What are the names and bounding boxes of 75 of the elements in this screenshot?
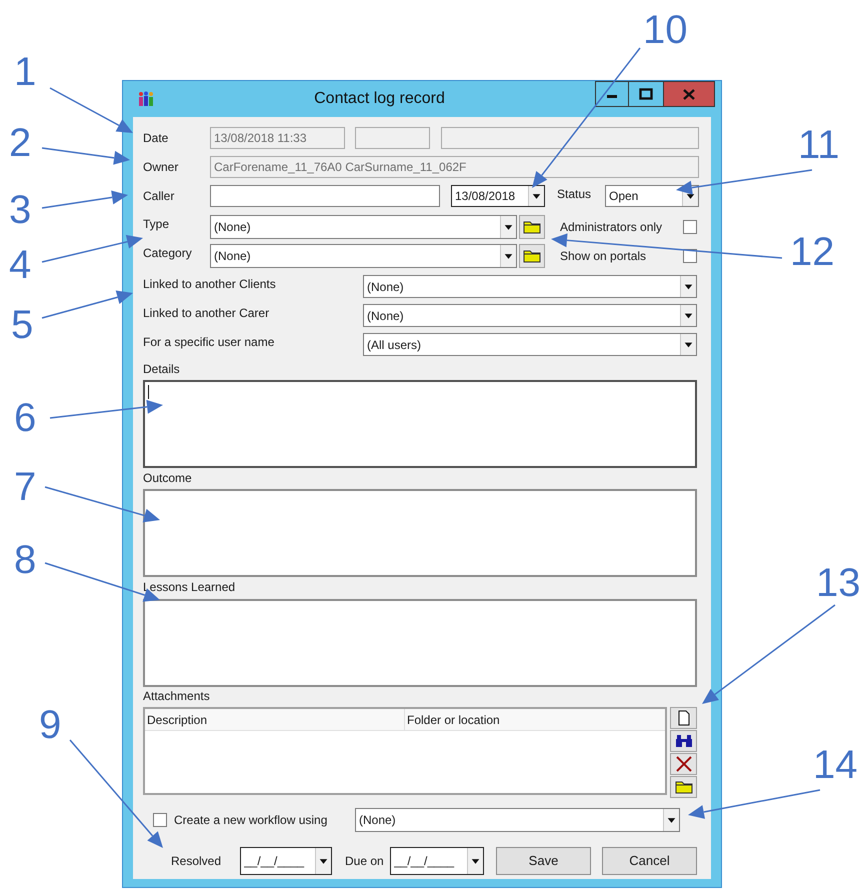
new-document-icon: [678, 710, 690, 726]
dialog-button[interactable]: Cancel: [602, 847, 697, 875]
input-field[interactable]: [441, 127, 699, 149]
text-area[interactable]: [143, 599, 697, 687]
field-label: Lessons Learned: [143, 578, 236, 596]
field-label: Type: [143, 216, 170, 233]
date-field[interactable]: 13/08/2018 11:33: [210, 127, 345, 149]
callout-number: 1: [14, 52, 36, 92]
checkbox[interactable]: [153, 813, 167, 827]
callout-number: 4: [9, 245, 32, 285]
delete-x-icon: [676, 756, 692, 772]
field-label: Date: [143, 130, 170, 147]
minimize-button[interactable]: [595, 81, 629, 107]
window-title: Contact log record: [313, 89, 446, 109]
field-label: For a specific user name: [143, 334, 276, 351]
field-label: Linked to another Carer: [143, 305, 270, 322]
field-label: Due on: [345, 853, 385, 870]
input-field[interactable]: [355, 127, 430, 149]
text-area[interactable]: [143, 489, 697, 577]
dropdown-field[interactable]: (None): [210, 215, 517, 239]
dialog-button[interactable]: Save: [496, 847, 591, 875]
field-label: Details: [143, 360, 180, 378]
field-label: Administrators only: [560, 219, 664, 236]
dropdown-field[interactable]: __/__/____: [240, 847, 332, 875]
field-label: Category: [143, 245, 193, 262]
folder-icon: [523, 220, 541, 234]
callout-number: 8: [14, 540, 36, 580]
folder-icon: [674, 780, 692, 794]
field-label: Owner: [143, 159, 180, 176]
callout-number: 6: [14, 398, 36, 438]
dropdown-field[interactable]: (None): [363, 304, 697, 327]
callout-number: 2: [9, 123, 32, 163]
owner-field[interactable]: CarForename_11_76A0 CarSurname_11_062F: [210, 156, 699, 178]
callout-number: 12: [790, 232, 834, 272]
column-header[interactable]: Folder or location: [405, 709, 665, 730]
dropdown-field[interactable]: (None): [210, 244, 517, 268]
dropdown-field[interactable]: (None): [363, 275, 697, 298]
dropdown-field[interactable]: (None): [355, 808, 680, 832]
icon-button[interactable]: [519, 244, 545, 268]
field-label: Outcome: [143, 470, 192, 486]
maximize-icon: [639, 88, 653, 100]
folder-icon: [523, 249, 541, 263]
field-label: Linked to another Clients: [143, 276, 277, 293]
checkbox[interactable]: [683, 220, 697, 234]
callout-number: 5: [11, 305, 34, 345]
dropdown-field[interactable]: Open: [605, 185, 699, 207]
dropdown-field[interactable]: 13/08/2018: [451, 185, 545, 207]
icon-button[interactable]: [670, 730, 697, 752]
callout-number: 3: [9, 190, 32, 230]
text-area[interactable]: [143, 380, 697, 468]
dropdown-field[interactable]: (All users): [363, 333, 697, 356]
app-people-icon: [137, 91, 154, 107]
callout-number: 13: [816, 563, 860, 603]
field-label: Resolved: [171, 853, 222, 870]
field-label: Status: [557, 186, 592, 203]
field-label: Create a new workflow using: [174, 812, 328, 829]
field-label: Attachments: [143, 688, 210, 704]
callout-number: 10: [643, 10, 688, 50]
icon-button[interactable]: [670, 707, 697, 729]
icon-button[interactable]: [670, 753, 697, 775]
callout-number: 9: [39, 705, 62, 745]
field-label: Show on portals: [560, 248, 648, 265]
column-header[interactable]: Description: [145, 709, 405, 730]
close-icon: [683, 88, 695, 100]
callout-number: 7: [14, 467, 36, 507]
close-button[interactable]: [663, 81, 715, 107]
callout-number: 14: [813, 745, 858, 785]
caller-field[interactable]: [210, 185, 440, 207]
icon-button[interactable]: [670, 776, 697, 798]
dropdown-field[interactable]: __/__/____: [390, 847, 484, 875]
field-label: Caller: [143, 188, 176, 205]
icon-button[interactable]: [519, 215, 545, 239]
binoculars-icon: [674, 734, 692, 748]
text-cursor: [148, 385, 149, 399]
callout-number: 11: [798, 125, 840, 165]
